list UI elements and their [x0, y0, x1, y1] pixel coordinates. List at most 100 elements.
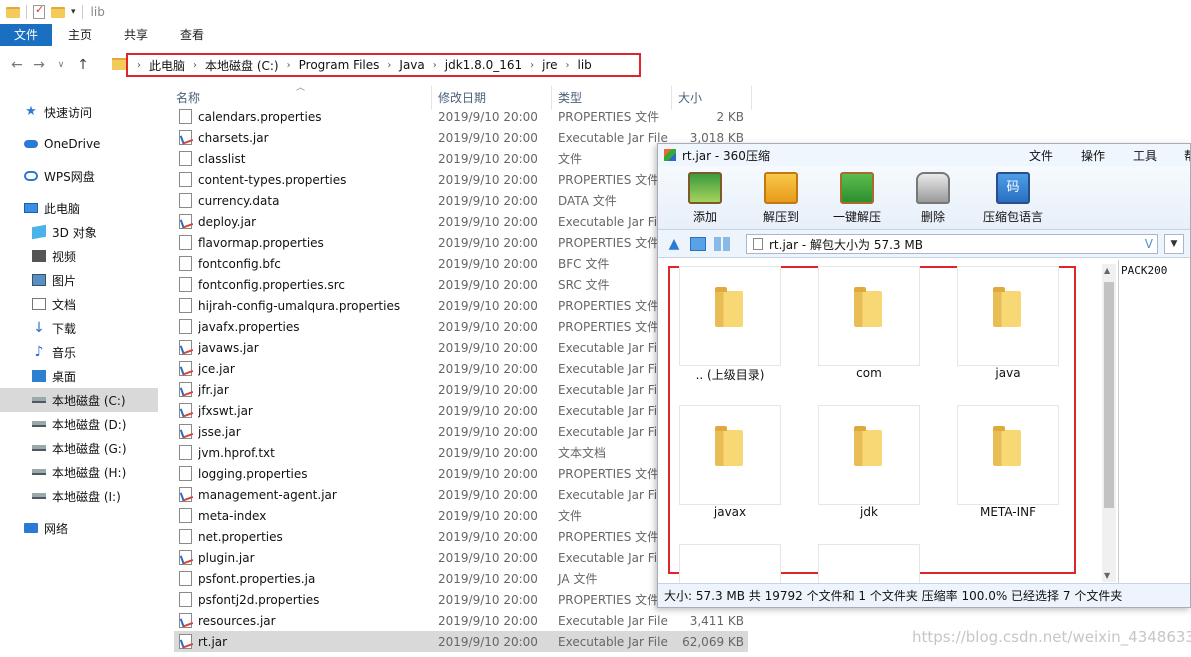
folder-tile-meta-inf[interactable] — [957, 405, 1059, 505]
archive-language-button[interactable]: 码压缩包语言 — [974, 172, 1052, 229]
zip-menu-file[interactable]: 文件 — [1029, 147, 1053, 164]
nav-disk-h[interactable]: 本地磁盘 (H:) — [0, 460, 158, 484]
jar-file-icon — [179, 403, 192, 418]
file-row[interactable]: rt.jar 2019/9/10 20:00 Executable Jar File… — [174, 631, 748, 652]
zip-scrollbar[interactable]: ▲ ▼ — [1102, 264, 1116, 582]
file-name: jce.jar — [198, 361, 235, 376]
zip-menu-operate[interactable]: 操作 — [1081, 147, 1105, 164]
up-level-icon[interactable]: ▲ — [666, 237, 682, 251]
delete-button[interactable]: 删除 — [898, 172, 968, 229]
scroll-up-icon[interactable]: ▲ — [1104, 266, 1110, 275]
file-type: Executable Jar Fil — [558, 550, 661, 565]
tab-share[interactable]: 共享 — [108, 24, 164, 46]
quick-access-dropdown-icon[interactable]: ▾ — [71, 7, 76, 17]
file-name: jfr.jar — [198, 382, 229, 397]
file-date: 2019/9/10 20:00 — [438, 151, 538, 166]
file-date: 2019/9/10 20:00 — [438, 382, 538, 397]
one-click-extract-button[interactable]: 一键解压 — [822, 172, 892, 229]
path-dropdown-icon[interactable]: ▼ — [1164, 234, 1184, 254]
breadcrumb-program-files[interactable]: Program Files — [296, 58, 383, 72]
nav-disk-c[interactable]: 本地磁盘 (C:) — [0, 388, 158, 412]
up-arrow-icon[interactable]: ↑ — [72, 57, 94, 73]
file-type: PROPERTIES 文件 — [558, 467, 660, 481]
nav-label: 桌面 — [52, 369, 77, 384]
file-row[interactable]: resources.jar 2019/9/10 20:00 Executable J… — [174, 610, 774, 631]
file-name: resources.jar — [198, 613, 276, 628]
folder-tile-javax[interactable] — [679, 405, 781, 505]
folder-tile-com[interactable] — [818, 266, 920, 366]
file-name: fontconfig.bfc — [198, 256, 281, 271]
nav-wps-cloud[interactable]: WPS网盘 — [0, 164, 158, 188]
file-type: DATA 文件 — [558, 194, 617, 208]
address-bar[interactable]: › 此电脑 › 本地磁盘 (C:) › Program Files › Java… — [126, 53, 641, 77]
disk-icon — [32, 397, 46, 403]
tile-label: java — [995, 366, 1021, 380]
nav-downloads[interactable]: ↓ 下载 — [0, 316, 158, 340]
breadcrumb-this-pc[interactable]: 此电脑 — [146, 57, 188, 74]
nav-3d-objects[interactable]: 3D 对象 — [0, 220, 158, 244]
file-type: Executable Jar Fil — [558, 403, 661, 418]
folder-tile-partial-1[interactable] — [679, 544, 781, 584]
file-type: 文件 — [558, 509, 583, 523]
nav-videos[interactable]: 视频 — [0, 244, 158, 268]
nav-this-pc[interactable]: 此电脑 — [0, 196, 158, 220]
thumbnail-view-icon[interactable] — [714, 236, 730, 251]
nav-music[interactable]: ♪ 音乐 — [0, 340, 158, 364]
file-icon — [179, 256, 192, 271]
folder-tile-jdk[interactable] — [818, 405, 920, 505]
forward-arrow-icon[interactable]: → — [28, 57, 50, 73]
back-arrow-icon[interactable]: ← — [6, 57, 28, 73]
zip-menu-tools[interactable]: 工具 — [1133, 147, 1157, 164]
nav-desktop[interactable]: 桌面 — [0, 364, 158, 388]
tab-file[interactable]: 文件 — [0, 24, 53, 46]
folder-tile-java[interactable] — [957, 266, 1059, 366]
zip-window-title: rt.jar - 360压缩 — [682, 148, 770, 163]
chevron-right-icon: › — [286, 59, 291, 71]
extract-to-button[interactable]: 解压到 — [746, 172, 816, 229]
chevron-right-icon: › — [387, 59, 392, 71]
breadcrumb-jdk[interactable]: jdk1.8.0_161 — [442, 58, 525, 72]
nav-pictures[interactable]: 图片 — [0, 268, 158, 292]
breadcrumb-disk-c[interactable]: 本地磁盘 (C:) — [202, 57, 282, 74]
jar-file-icon — [179, 634, 192, 649]
nav-network[interactable]: 网络 — [0, 516, 158, 540]
nav-documents[interactable]: 文档 — [0, 292, 158, 316]
file-name: calendars.properties — [198, 109, 322, 124]
details-view-icon[interactable] — [690, 236, 706, 251]
folder-tile-partial-2[interactable] — [818, 544, 920, 584]
nav-disk-i[interactable]: 本地磁盘 (I:) — [0, 484, 158, 508]
file-row[interactable]: calendars.properties 2019/9/10 20:00 PROPE… — [174, 106, 774, 127]
file-name: flavormap.properties — [198, 235, 324, 250]
nav-quick-access[interactable]: ★ 快速访问 — [0, 100, 158, 124]
properties-icon[interactable] — [33, 3, 45, 19]
disk-icon — [32, 469, 46, 475]
document-icon — [32, 298, 46, 310]
add-button[interactable]: 添加 — [670, 172, 740, 229]
scroll-down-icon[interactable]: ▼ — [1104, 571, 1110, 580]
zip-window: rt.jar - 360压缩 文件 操作 工具 帮 添加 解压到 一键解压 删除… — [657, 143, 1191, 608]
nav-label: OneDrive — [44, 137, 101, 151]
breadcrumb-java[interactable]: Java — [396, 58, 427, 72]
breadcrumb-jre[interactable]: jre — [539, 58, 560, 72]
breadcrumb-lib[interactable]: lib — [575, 58, 595, 72]
scroll-thumb[interactable] — [1104, 282, 1114, 508]
file-date: 2019/9/10 20:00 — [438, 214, 538, 229]
tile-label: META-INF — [979, 505, 1037, 519]
computer-icon — [24, 203, 38, 213]
file-name: management-agent.jar — [198, 487, 337, 502]
file-type: PROPERTIES 文件 — [558, 110, 660, 124]
zip-menu-help[interactable]: 帮 — [1184, 147, 1190, 164]
file-name: content-types.properties — [198, 172, 347, 187]
file-icon — [179, 298, 192, 313]
jar-file-icon — [179, 613, 192, 628]
nav-disk-d[interactable]: 本地磁盘 (D:) — [0, 412, 158, 436]
recent-locations-icon[interactable]: ∨ — [50, 60, 72, 70]
zip-path-field[interactable]: rt.jar - 解包大小为 57.3 MB V — [746, 234, 1158, 254]
nav-disk-g[interactable]: 本地磁盘 (G:) — [0, 436, 158, 460]
folder-icon — [854, 287, 882, 327]
tab-view[interactable]: 查看 — [164, 24, 220, 46]
tab-home[interactable]: 主页 — [52, 24, 108, 46]
nav-onedrive[interactable]: OneDrive — [0, 132, 158, 156]
folder-tile-parent[interactable] — [679, 266, 781, 366]
new-folder-icon[interactable] — [51, 6, 65, 18]
